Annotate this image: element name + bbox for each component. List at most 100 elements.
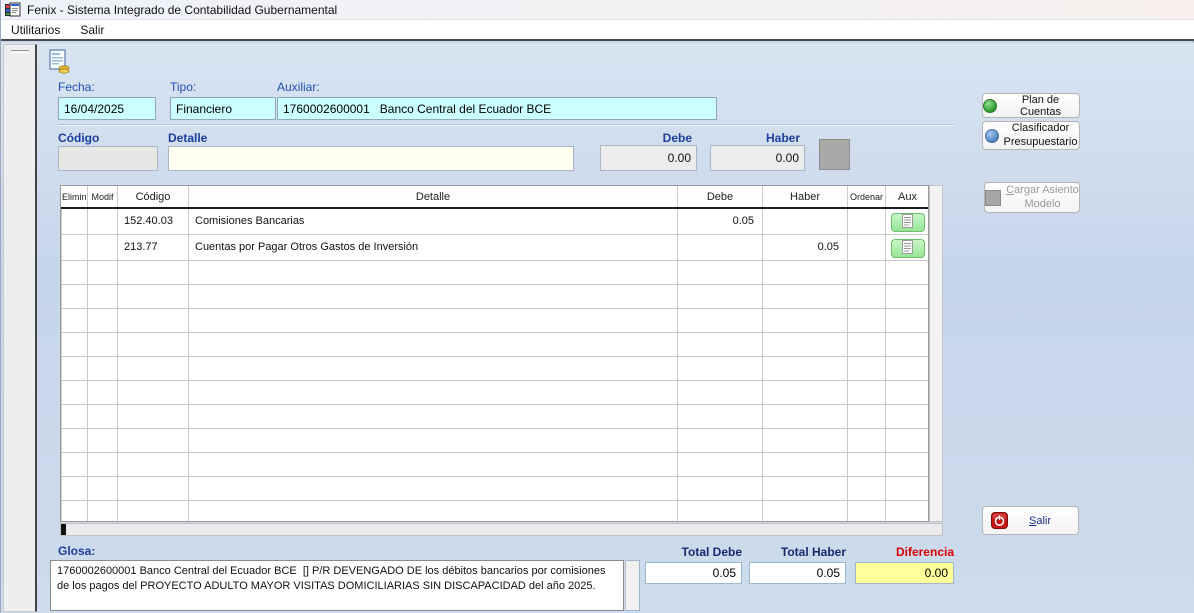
cell-detalle: [189, 260, 678, 284]
cell-aux[interactable]: [886, 234, 930, 260]
clasificador-presupuestario-button[interactable]: ClasificadorPresupuestario: [982, 121, 1080, 150]
cell-aux: [886, 356, 930, 380]
journal-document-icon[interactable]: [47, 49, 71, 75]
power-icon: [991, 512, 1008, 529]
empty-grid-row: [62, 332, 930, 356]
cell-ordenar: [848, 284, 886, 308]
cell-detalle[interactable]: Comisiones Bancarias: [189, 208, 678, 234]
detalle-label: Detalle: [168, 131, 207, 145]
clasificador-label: ClasificadorPresupuestario: [1004, 122, 1078, 148]
cell-elimin: [62, 404, 88, 428]
aux-button[interactable]: [891, 213, 925, 232]
cell-ordenar: [848, 380, 886, 404]
auxiliar-label: Auxiliar:: [277, 80, 320, 94]
cell-aux: [886, 428, 930, 452]
cell-codigo: [118, 260, 189, 284]
aux-button[interactable]: [891, 239, 925, 258]
cell-detalle: [189, 284, 678, 308]
menu-utilitarios[interactable]: Utilitarios: [1, 21, 70, 39]
splitter-grip: [11, 50, 29, 53]
cell-codigo[interactable]: 152.40.03: [118, 208, 189, 234]
cell-codigo[interactable]: 213.77: [118, 234, 189, 260]
cell-haber[interactable]: [763, 208, 848, 234]
cell-haber: [763, 428, 848, 452]
cell-detalle: [189, 404, 678, 428]
cell-detalle: [189, 308, 678, 332]
total-debe-field: [645, 562, 742, 584]
cell-debe[interactable]: [678, 234, 763, 260]
salir-button[interactable]: Salir: [982, 506, 1079, 535]
empty-grid-row: [62, 380, 930, 404]
cell-elimin[interactable]: [62, 234, 88, 260]
column-header-ordenar: Ordenar: [848, 186, 886, 208]
entry-row[interactable]: 213.77Cuentas por Pagar Otros Gastos de …: [62, 234, 930, 260]
diferencia-label: Diferencia: [855, 545, 954, 559]
plan-de-cuentas-label: Plan de Cuentas: [1002, 94, 1079, 118]
column-header-detalle: Detalle: [189, 186, 678, 208]
empty-grid-row: [62, 260, 930, 284]
cell-aux: [886, 308, 930, 332]
cell-codigo: [118, 284, 189, 308]
cell-ordenar: [848, 356, 886, 380]
fecha-field[interactable]: [58, 97, 156, 120]
detalle-input[interactable]: [168, 146, 574, 171]
cell-ordenar[interactable]: [848, 234, 886, 260]
cell-codigo: [118, 308, 189, 332]
column-header-cdigo: Código: [118, 186, 189, 208]
cell-modif[interactable]: [88, 234, 118, 260]
cell-codigo: [118, 476, 189, 500]
cell-modif[interactable]: [88, 208, 118, 234]
collapsed-side-panel[interactable]: [3, 44, 37, 612]
cell-codigo: [118, 428, 189, 452]
workspace: Fecha: Tipo: Auxiliar: Código Detalle De…: [1, 43, 1194, 613]
gray-square-icon: [985, 190, 1001, 206]
cell-aux: [886, 260, 930, 284]
empty-grid-row: [62, 476, 930, 500]
cell-debe: [678, 332, 763, 356]
entry-row[interactable]: 152.40.03Comisiones Bancarias0.05: [62, 208, 930, 234]
cell-detalle[interactable]: Cuentas por Pagar Otros Gastos de Invers…: [189, 234, 678, 260]
cell-elimin[interactable]: [62, 208, 88, 234]
column-header-haber: Haber: [763, 186, 848, 208]
tipo-field[interactable]: [170, 97, 276, 120]
cell-elimin: [62, 356, 88, 380]
cell-debe[interactable]: 0.05: [678, 208, 763, 234]
cell-debe: [678, 428, 763, 452]
debe-input[interactable]: [600, 145, 697, 171]
cell-ordenar[interactable]: [848, 208, 886, 234]
cell-haber: [763, 308, 848, 332]
cell-haber: [763, 500, 848, 522]
column-header-debe: Debe: [678, 186, 763, 208]
empty-grid-row: [62, 500, 930, 522]
plan-de-cuentas-button[interactable]: Plan de Cuentas: [982, 93, 1080, 118]
cell-aux[interactable]: [886, 208, 930, 234]
cell-codigo: [118, 332, 189, 356]
cell-ordenar: [848, 404, 886, 428]
cell-codigo: [118, 380, 189, 404]
tipo-label: Tipo:: [170, 80, 196, 94]
cell-haber[interactable]: 0.05: [763, 234, 848, 260]
entries-table-head: EliminModifCódigoDetalleDebeHaberOrdenar…: [62, 186, 930, 208]
cell-haber: [763, 476, 848, 500]
grid-vertical-scrollbar[interactable]: [929, 185, 943, 522]
haber-input[interactable]: [710, 145, 805, 171]
cell-ordenar: [848, 308, 886, 332]
empty-grid-row: [62, 452, 930, 476]
fecha-label: Fecha:: [58, 80, 95, 94]
column-header-modif: Modif: [88, 186, 118, 208]
scrollbar-thumb[interactable]: [61, 524, 66, 535]
add-entry-button[interactable]: [819, 139, 850, 170]
grid-horizontal-scrollbar[interactable]: [60, 523, 943, 536]
codigo-input[interactable]: [58, 146, 158, 171]
glosa-textarea[interactable]: 1760002600001 Banco Central del Ecuador …: [50, 560, 624, 611]
column-header-aux: Aux: [886, 186, 930, 208]
glosa-scrollbar[interactable]: [625, 560, 640, 611]
debe-label: Debe: [600, 131, 692, 145]
salir-label: Salir: [1029, 515, 1051, 527]
cell-modif: [88, 476, 118, 500]
blue-sphere-icon: [985, 129, 999, 143]
auxiliar-field[interactable]: [277, 97, 717, 120]
cargar-asiento-modelo-button[interactable]: Cargar AsientoModelo: [984, 182, 1080, 213]
cell-modif: [88, 332, 118, 356]
menu-salir[interactable]: Salir: [70, 21, 114, 39]
